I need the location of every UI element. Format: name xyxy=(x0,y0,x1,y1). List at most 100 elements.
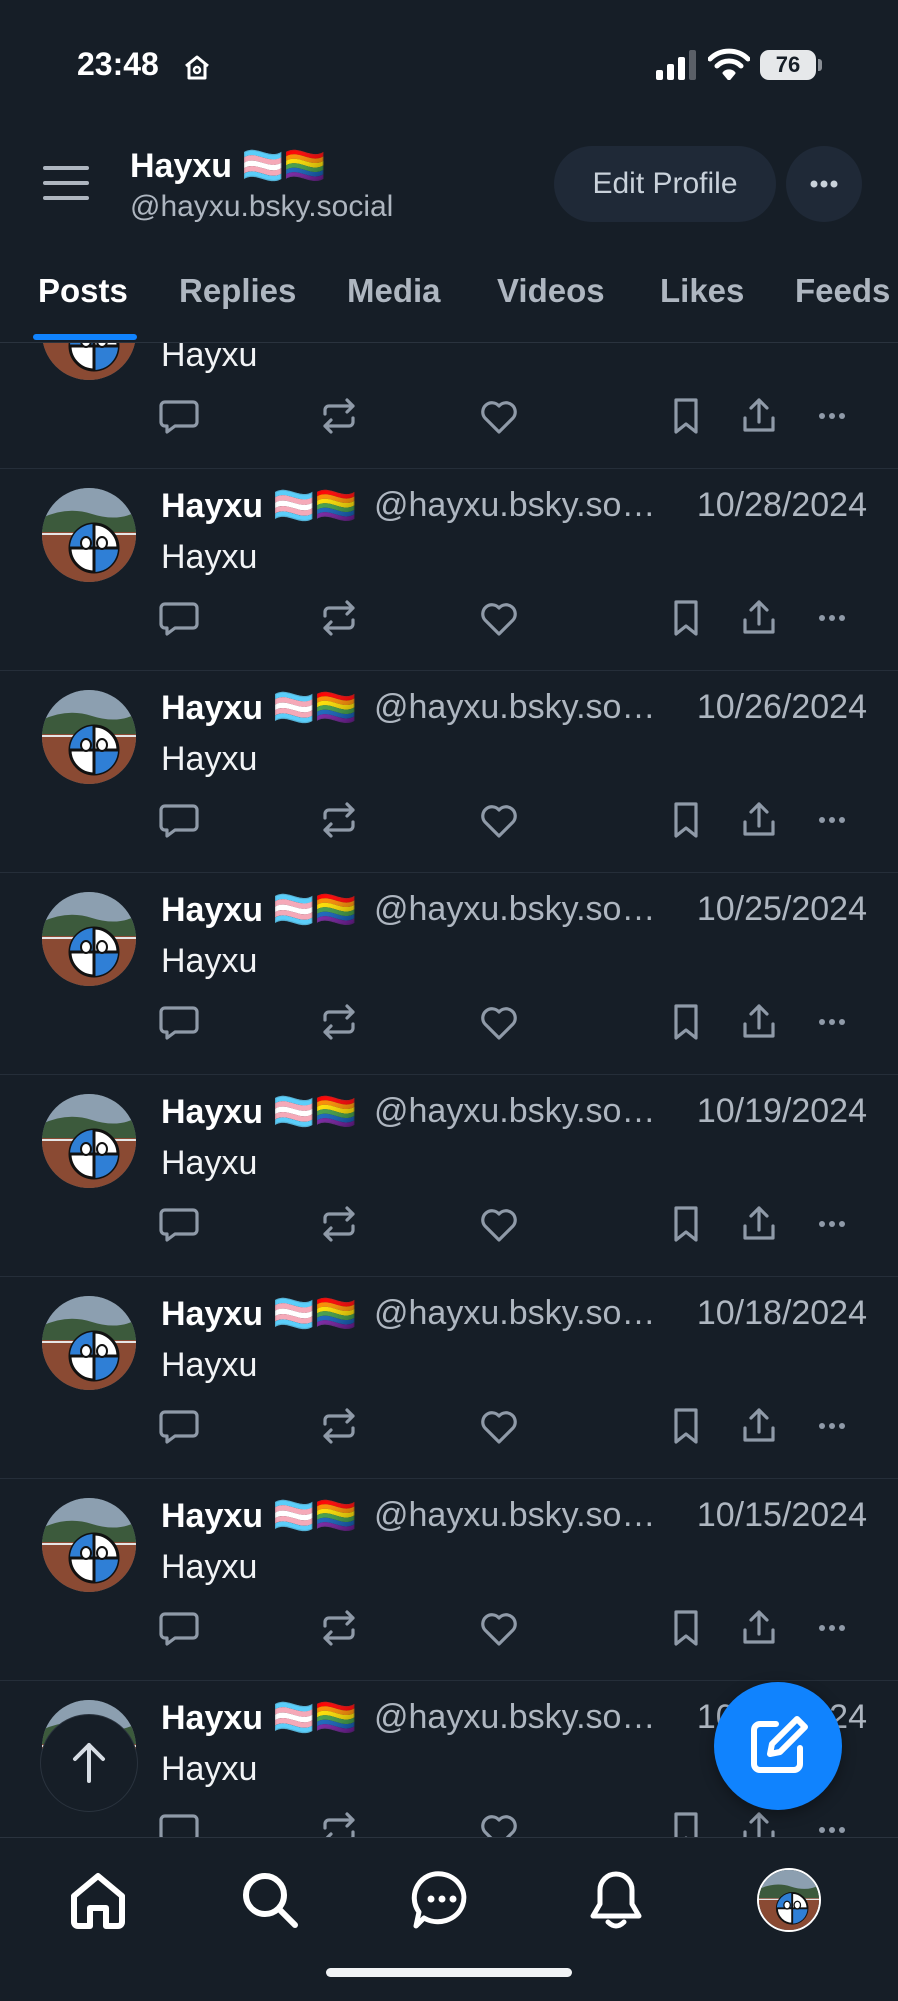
more-icon[interactable] xyxy=(810,1808,854,1837)
bookmark-icon[interactable] xyxy=(664,394,708,438)
post-author-handle[interactable]: @hayxu.bsky.social xyxy=(374,1698,670,1737)
profile-more-button[interactable] xyxy=(786,146,862,222)
bookmark-icon[interactable] xyxy=(664,1606,708,1650)
post-author-handle[interactable]: @hayxu.bsky.social xyxy=(374,1294,670,1333)
post-date[interactable]: 10/18/2024 xyxy=(697,1294,867,1333)
share-icon[interactable] xyxy=(737,1808,781,1837)
post-item[interactable]: Hayxu 🏳️‍⚧️🏳️‍🌈 @hayxu.bsky.social 10/19/2… xyxy=(0,1074,898,1277)
more-icon[interactable] xyxy=(810,1202,854,1246)
notifications-icon[interactable] xyxy=(584,1868,648,1932)
avatar[interactable] xyxy=(42,1498,136,1592)
avatar[interactable] xyxy=(42,488,136,582)
avatar[interactable] xyxy=(42,892,136,986)
reply-icon[interactable] xyxy=(157,596,201,640)
more-icon[interactable] xyxy=(810,1404,854,1448)
post-author-name[interactable]: Hayxu 🏳️‍⚧️🏳️‍🌈 xyxy=(161,486,357,526)
scroll-to-top-button[interactable] xyxy=(40,1714,138,1812)
post-text: Hayxu xyxy=(161,1548,258,1586)
like-icon[interactable] xyxy=(477,798,521,842)
share-icon[interactable] xyxy=(737,1000,781,1044)
menu-button[interactable] xyxy=(40,160,94,206)
more-icon[interactable] xyxy=(810,798,854,842)
reply-icon[interactable] xyxy=(157,1808,201,1837)
repost-icon[interactable] xyxy=(317,596,361,640)
bookmark-icon[interactable] xyxy=(664,1404,708,1448)
post-item[interactable]: Hayxu 🏳️‍⚧️🏳️‍🌈 @hayxu.bsky.social 10/28/2… xyxy=(0,468,898,671)
home-location-icon xyxy=(182,52,212,87)
repost-icon[interactable] xyxy=(317,1000,361,1044)
tab-videos[interactable]: Videos xyxy=(497,272,605,310)
repost-icon[interactable] xyxy=(317,1606,361,1650)
like-icon[interactable] xyxy=(477,1404,521,1448)
post-author-handle[interactable]: @hayxu.bsky.social xyxy=(374,890,670,929)
bookmark-icon[interactable] xyxy=(664,798,708,842)
post-date[interactable]: 10/15/2024 xyxy=(697,1496,867,1535)
share-icon[interactable] xyxy=(737,596,781,640)
post-item[interactable]: Hayxu 🏳️‍⚧️🏳️‍🌈 @hayxu.bsky.social 10/15/2… xyxy=(0,1478,898,1681)
reply-icon[interactable] xyxy=(157,1202,201,1246)
search-icon[interactable] xyxy=(238,1868,302,1932)
reply-icon[interactable] xyxy=(157,394,201,438)
more-icon[interactable] xyxy=(810,596,854,640)
post-author-handle[interactable]: @hayxu.bsky.social xyxy=(374,1496,670,1535)
tab-feeds[interactable]: Feeds xyxy=(795,272,890,310)
avatar[interactable] xyxy=(42,690,136,784)
more-icon[interactable] xyxy=(810,394,854,438)
reply-icon[interactable] xyxy=(157,1404,201,1448)
share-icon[interactable] xyxy=(737,1404,781,1448)
post-item[interactable]: Hayxu 🏳️‍⚧️🏳️‍🌈 @hayxu.bsky.social 10/25/2… xyxy=(0,872,898,1075)
post-author-handle[interactable]: @hayxu.bsky.social xyxy=(374,1092,670,1131)
bookmark-icon[interactable] xyxy=(664,596,708,640)
avatar[interactable] xyxy=(42,1296,136,1390)
avatar[interactable] xyxy=(42,343,136,380)
like-icon[interactable] xyxy=(477,394,521,438)
profile-avatar[interactable] xyxy=(757,1868,821,1932)
edit-profile-button[interactable]: Edit Profile xyxy=(554,146,776,222)
compose-post-button[interactable] xyxy=(714,1682,842,1810)
post-item[interactable]: Hayxu xyxy=(0,343,898,469)
post-date[interactable]: 10/25/2024 xyxy=(697,890,867,929)
tab-posts[interactable]: Posts xyxy=(38,272,128,310)
avatar[interactable] xyxy=(42,1094,136,1188)
more-icon[interactable] xyxy=(810,1000,854,1044)
bookmark-icon[interactable] xyxy=(664,1808,708,1837)
bookmark-icon[interactable] xyxy=(664,1000,708,1044)
share-icon[interactable] xyxy=(737,1202,781,1246)
repost-icon[interactable] xyxy=(317,1202,361,1246)
post-item[interactable]: Hayxu 🏳️‍⚧️🏳️‍🌈 @hayxu.bsky.social 10/18/2… xyxy=(0,1276,898,1479)
tab-media[interactable]: Media xyxy=(347,272,441,310)
reply-icon[interactable] xyxy=(157,1606,201,1650)
like-icon[interactable] xyxy=(477,1808,521,1837)
post-date[interactable]: 10/19/2024 xyxy=(697,1092,867,1131)
reply-icon[interactable] xyxy=(157,798,201,842)
post-author-name[interactable]: Hayxu 🏳️‍⚧️🏳️‍🌈 xyxy=(161,1092,357,1132)
post-date[interactable]: 10/26/2024 xyxy=(697,688,867,727)
like-icon[interactable] xyxy=(477,1606,521,1650)
bookmark-icon[interactable] xyxy=(664,1202,708,1246)
share-icon[interactable] xyxy=(737,798,781,842)
repost-icon[interactable] xyxy=(317,1808,361,1837)
like-icon[interactable] xyxy=(477,1202,521,1246)
repost-icon[interactable] xyxy=(317,394,361,438)
post-date[interactable]: 10/28/2024 xyxy=(697,486,867,525)
post-author-handle[interactable]: @hayxu.bsky.social xyxy=(374,486,670,525)
tab-replies[interactable]: Replies xyxy=(179,272,296,310)
post-author-name[interactable]: Hayxu 🏳️‍⚧️🏳️‍🌈 xyxy=(161,1698,357,1738)
post-author-name[interactable]: Hayxu 🏳️‍⚧️🏳️‍🌈 xyxy=(161,688,357,728)
post-author-name[interactable]: Hayxu 🏳️‍⚧️🏳️‍🌈 xyxy=(161,890,357,930)
post-author-name[interactable]: Hayxu 🏳️‍⚧️🏳️‍🌈 xyxy=(161,1496,357,1536)
chat-icon[interactable] xyxy=(410,1868,474,1932)
repost-icon[interactable] xyxy=(317,1404,361,1448)
post-item[interactable]: Hayxu 🏳️‍⚧️🏳️‍🌈 @hayxu.bsky.social 10/26/2… xyxy=(0,670,898,873)
post-author-name[interactable]: Hayxu 🏳️‍⚧️🏳️‍🌈 xyxy=(161,1294,357,1334)
like-icon[interactable] xyxy=(477,1000,521,1044)
repost-icon[interactable] xyxy=(317,798,361,842)
tab-likes[interactable]: Likes xyxy=(660,272,744,310)
post-author-handle[interactable]: @hayxu.bsky.social xyxy=(374,688,670,727)
share-icon[interactable] xyxy=(737,394,781,438)
home-icon[interactable] xyxy=(66,1868,130,1932)
share-icon[interactable] xyxy=(737,1606,781,1650)
more-icon[interactable] xyxy=(810,1606,854,1650)
reply-icon[interactable] xyxy=(157,1000,201,1044)
like-icon[interactable] xyxy=(477,596,521,640)
